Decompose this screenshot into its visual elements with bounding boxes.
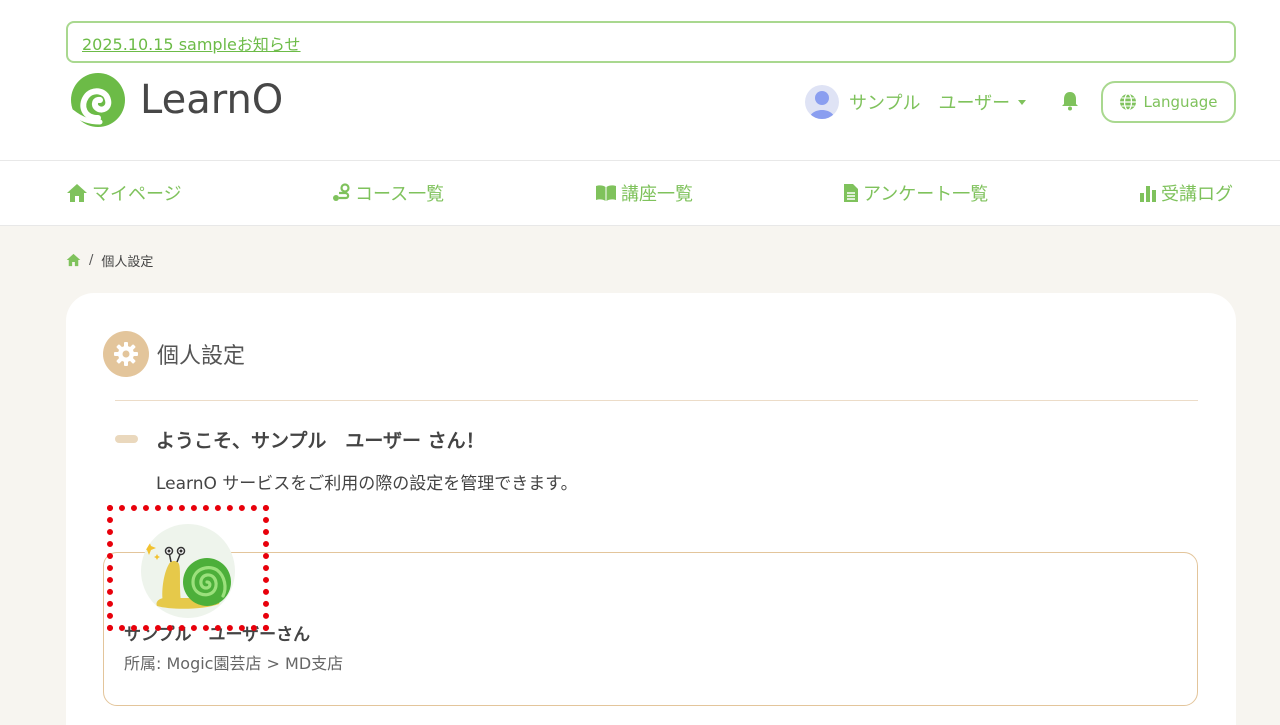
user-avatar-icon xyxy=(805,85,839,119)
profile-avatar[interactable] xyxy=(141,524,235,618)
notice-link[interactable]: 2025.10.15 sampleお知らせ xyxy=(82,35,301,54)
language-label: Language xyxy=(1143,93,1218,111)
chart-icon xyxy=(1140,186,1156,202)
breadcrumb-separator: / xyxy=(89,252,94,268)
breadcrumb-current: 個人設定 xyxy=(101,254,154,270)
home-icon xyxy=(67,184,87,202)
nav-item-surveys[interactable]: アンケート一覧 xyxy=(843,181,988,205)
nav-item-courses[interactable]: コース一覧 xyxy=(331,181,444,205)
logo-text: LearnO xyxy=(140,77,284,123)
welcome-heading: ようこそ、サンプル ユーザー さん！ xyxy=(115,427,485,452)
snail-avatar-icon xyxy=(142,541,231,609)
route-icon xyxy=(333,183,350,201)
book-icon xyxy=(596,185,616,201)
nav-item-learning-log[interactable]: 受講ログ xyxy=(1139,181,1233,205)
welcome-text: ようこそ、サンプル ユーザー さん！ xyxy=(156,429,485,452)
user-name: サンプル ユーザー xyxy=(849,93,1011,114)
logo[interactable]: LearnO xyxy=(66,72,283,128)
logo-snail-icon xyxy=(69,73,125,127)
profile-name: サンプル ユーザーさん xyxy=(124,625,311,645)
gear-icon xyxy=(103,331,149,377)
heading-marker xyxy=(115,435,138,443)
breadcrumb: / 個人設定 xyxy=(66,250,153,270)
profile-affiliation: 所属: Mogic園芸店 > MD支店 xyxy=(124,654,344,673)
page-title: 個人設定 xyxy=(157,344,246,369)
globe-icon xyxy=(1120,93,1137,111)
main-nav: マイページ コース一覧 講座一覧 アンケート一覧 受講ログ xyxy=(0,160,1280,226)
nav-label-mypage: マイページ xyxy=(92,184,182,205)
divider xyxy=(115,400,1198,401)
file-icon xyxy=(844,184,858,202)
nav-label-lectures: 講座一覧 xyxy=(621,184,693,205)
home-icon[interactable] xyxy=(66,253,81,267)
header: 2025.10.15 sampleお知らせ LearnO サンプル ユーザー L… xyxy=(0,0,1280,160)
nav-label-courses: コース一覧 xyxy=(355,184,445,205)
page-description: LearnO サービスをご利用の際の設定を管理できます。 xyxy=(156,474,578,494)
nav-item-lectures[interactable]: 講座一覧 xyxy=(595,181,693,205)
language-button[interactable]: Language xyxy=(1101,81,1236,123)
nav-item-mypage[interactable]: マイページ xyxy=(66,181,182,205)
nav-label-surveys: アンケート一覧 xyxy=(863,184,989,205)
chevron-down-icon xyxy=(1018,99,1027,105)
notice-banner: 2025.10.15 sampleお知らせ xyxy=(66,21,1236,63)
card-header: 個人設定 xyxy=(103,330,245,378)
user-menu[interactable]: サンプル ユーザー xyxy=(805,83,1027,121)
bell-icon[interactable] xyxy=(1059,90,1081,112)
nav-label-learning-log: 受講ログ xyxy=(1161,184,1233,205)
